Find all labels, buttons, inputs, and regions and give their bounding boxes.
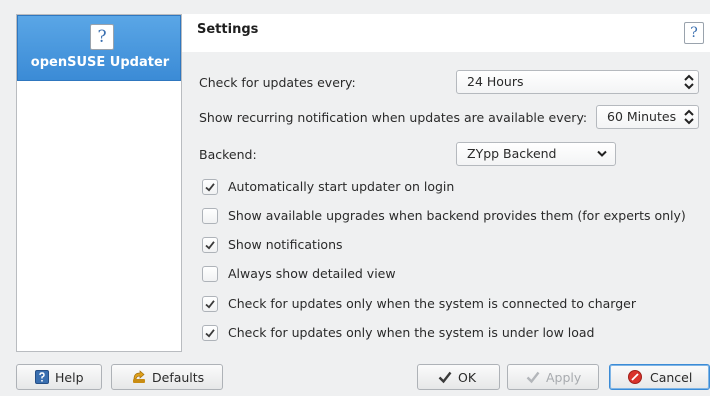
- sidebar: ? openSUSE Updater: [16, 14, 182, 352]
- checkmark-icon: [205, 329, 215, 338]
- checkmark-icon: [205, 241, 215, 250]
- help-button[interactable]: Help: [16, 364, 102, 390]
- updown-arrows-icon: [684, 74, 694, 90]
- option-checkbox[interactable]: [202, 179, 218, 195]
- checkmark-icon: [205, 183, 215, 192]
- option-label[interactable]: Check for updates only when the system i…: [228, 325, 595, 340]
- backend-value: ZYpp Backend: [467, 146, 557, 161]
- help-icon: [35, 370, 49, 384]
- help-button-label: Help: [55, 370, 84, 385]
- updown-arrows-icon[interactable]: [684, 109, 694, 125]
- page-title: Settings: [197, 22, 259, 37]
- whats-this-help-icon[interactable]: ?: [684, 22, 704, 44]
- option-checkbox[interactable]: [202, 237, 218, 253]
- cancel-button-label: Cancel: [650, 370, 693, 385]
- defaults-button[interactable]: Defaults: [111, 364, 223, 390]
- option-label[interactable]: Show notifications: [228, 237, 343, 252]
- option-label[interactable]: Automatically start updater on login: [228, 179, 454, 194]
- option-checkbox[interactable]: [202, 325, 218, 341]
- check-interval-select[interactable]: 24 Hours: [456, 70, 699, 94]
- settings-dialog: ? openSUSE Updater Settings ? Check for …: [0, 0, 710, 396]
- apply-button-label: Apply: [546, 370, 582, 385]
- ok-button[interactable]: OK: [417, 364, 500, 390]
- defaults-button-label: Defaults: [152, 370, 205, 385]
- page-header: Settings ?: [182, 14, 710, 52]
- option-label[interactable]: Check for updates only when the system i…: [228, 296, 636, 311]
- cancel-icon: [628, 370, 642, 384]
- option-checkbox[interactable]: [202, 296, 218, 312]
- help-document-icon: ?: [90, 24, 114, 50]
- option-label[interactable]: Show available upgrades when backend pro…: [228, 208, 686, 223]
- apply-button[interactable]: Apply: [507, 364, 599, 390]
- check-interval-value: 24 Hours: [467, 74, 524, 89]
- restore-defaults-icon: [133, 370, 145, 383]
- notification-interval-label: Show recurring notification when updates…: [199, 110, 588, 125]
- sidebar-item-label: openSUSE Updater: [30, 55, 170, 70]
- option-checkbox[interactable]: [202, 266, 218, 282]
- checkmark-icon: [438, 371, 452, 384]
- notification-interval-value: 60 Minutes: [607, 109, 677, 124]
- option-label[interactable]: Always show detailed view: [228, 266, 396, 281]
- cancel-button[interactable]: Cancel: [609, 364, 710, 390]
- notification-interval-spinbox[interactable]: 60 Minutes: [596, 105, 699, 129]
- option-checkbox[interactable]: [202, 208, 218, 224]
- chevron-down-icon: [597, 150, 607, 157]
- checkmark-icon: [526, 371, 540, 384]
- backend-select[interactable]: ZYpp Backend: [456, 142, 616, 166]
- check-interval-label: Check for updates every:: [199, 75, 356, 90]
- sidebar-item-opensuse-updater[interactable]: ? openSUSE Updater: [17, 15, 181, 81]
- backend-label: Backend:: [199, 147, 257, 162]
- ok-button-label: OK: [458, 370, 477, 385]
- checkmark-icon: [205, 300, 215, 309]
